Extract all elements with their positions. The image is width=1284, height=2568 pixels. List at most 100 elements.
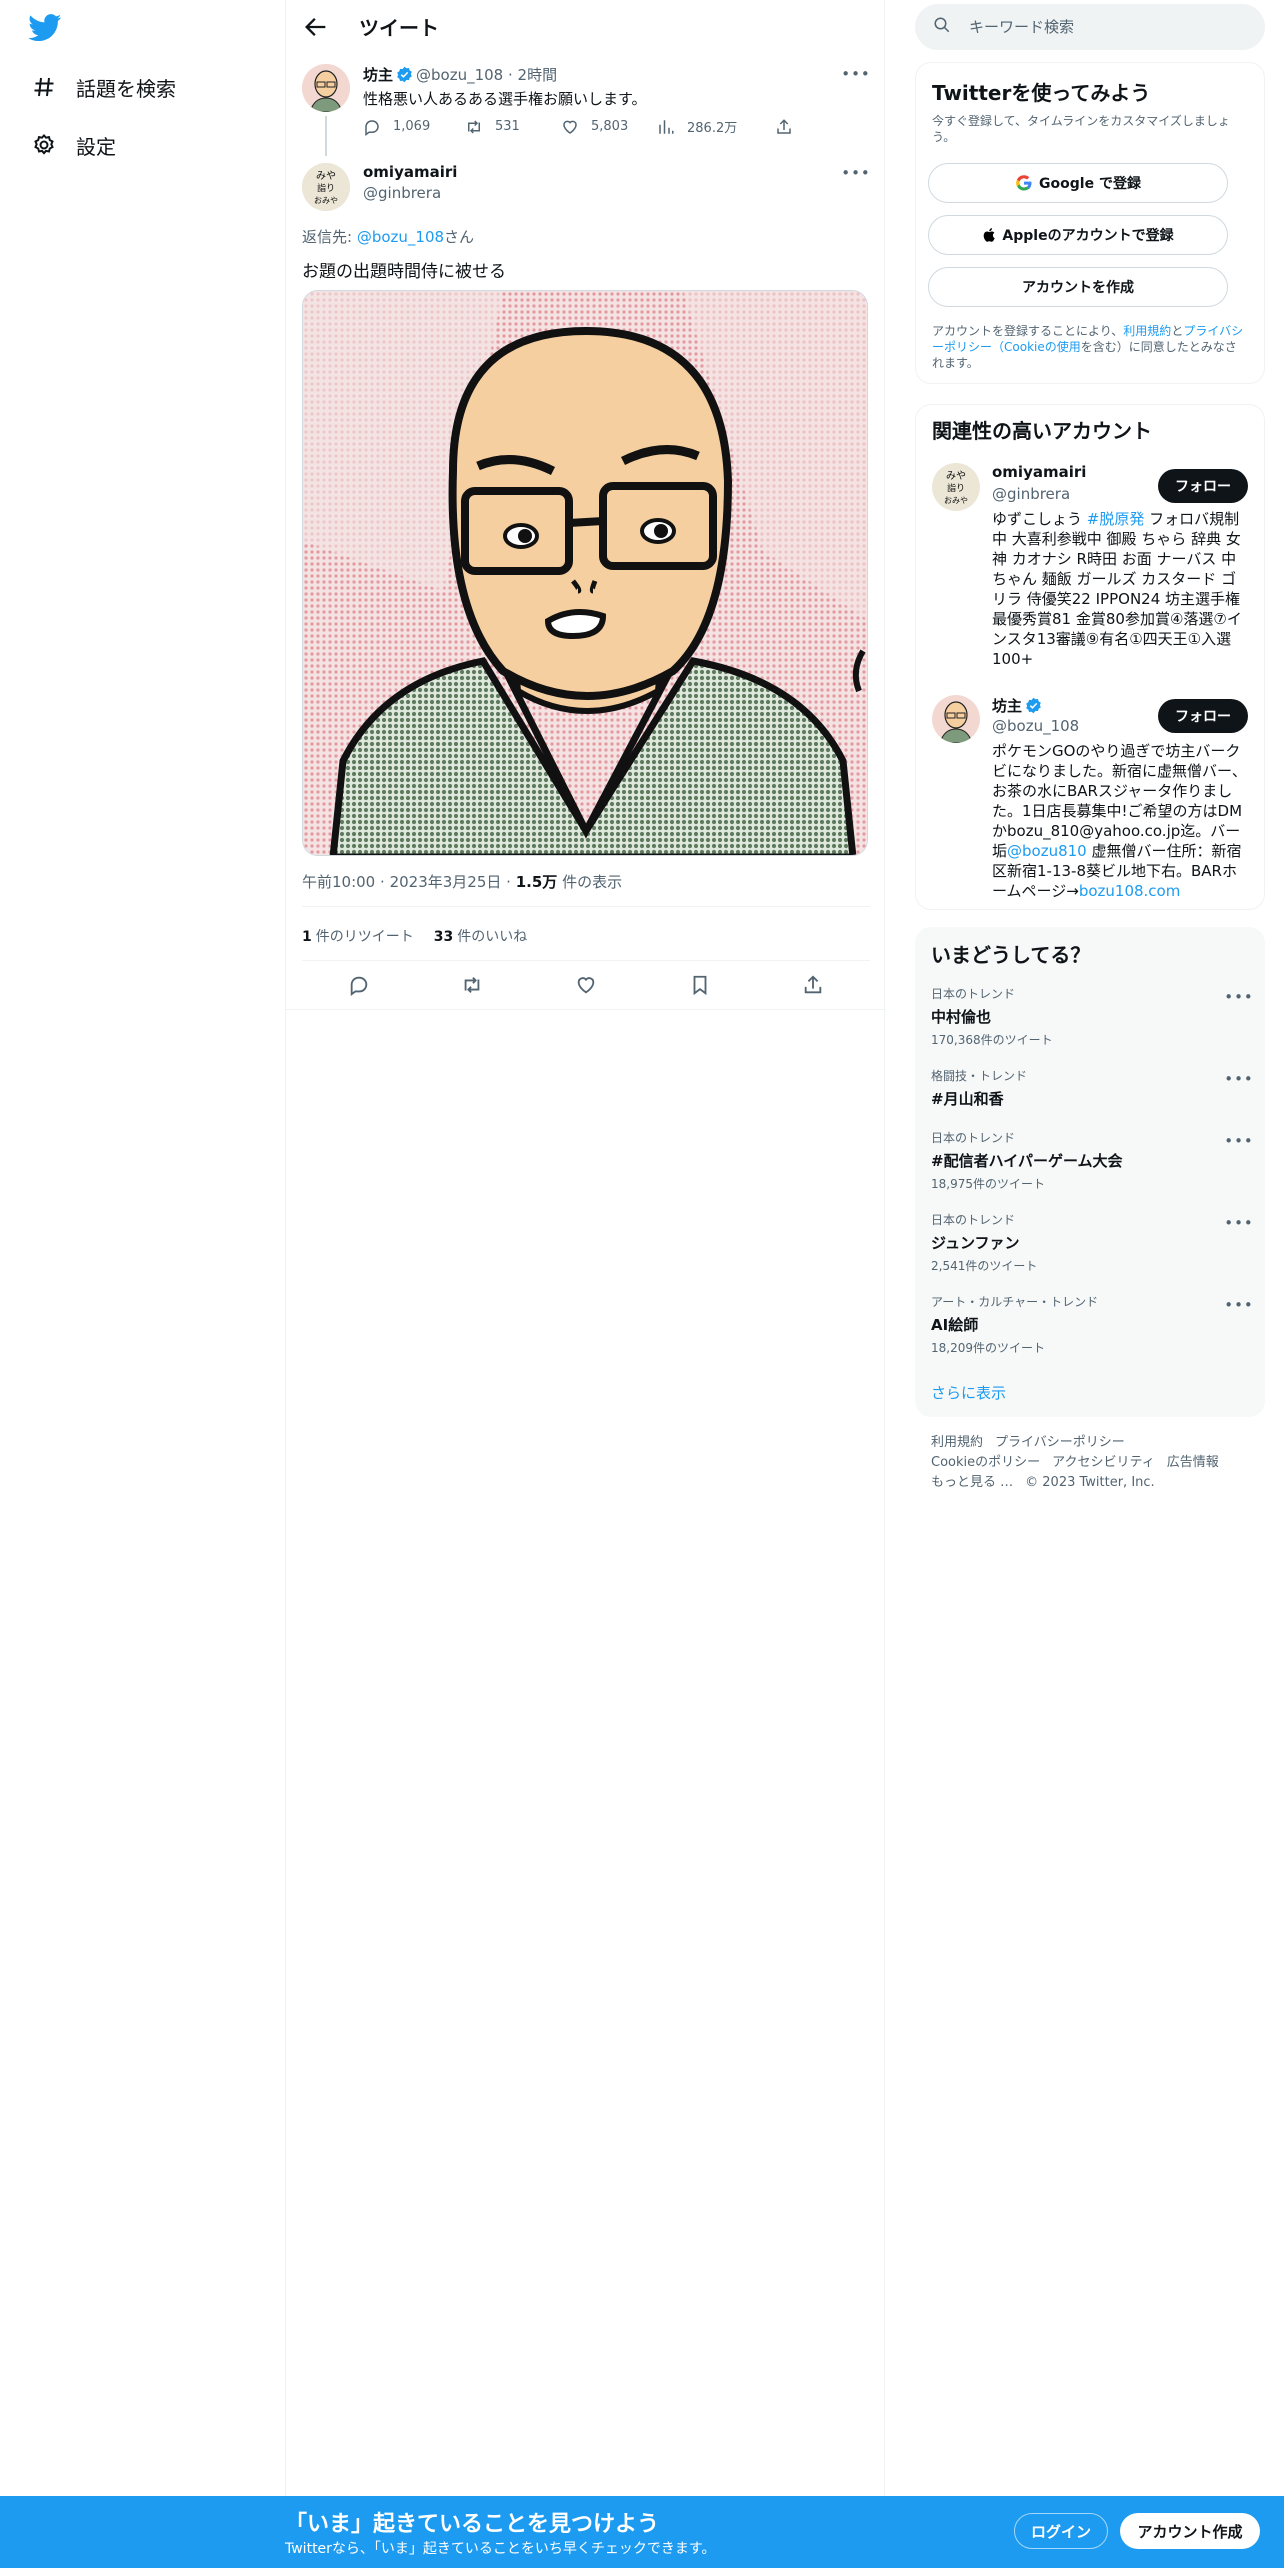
footer-privacy-link[interactable]: プライバシーポリシー (995, 1435, 1137, 1450)
tweet2-handle[interactable]: @ginbrera (363, 184, 441, 202)
more-options-icon[interactable]: ••• (841, 64, 870, 84)
trend-count: 18,209件のツイート (931, 1341, 1045, 1355)
reply-to-link[interactable]: @bozu_108 (357, 228, 444, 246)
back-arrow-icon[interactable] (302, 13, 330, 41)
related-handle[interactable]: @bozu_108 (992, 717, 1079, 735)
follow-button[interactable]: フォロー (1158, 469, 1248, 503)
footer-ads-link[interactable]: 広告情報 (1167, 1455, 1231, 1470)
retweets-link[interactable]: 1 件のリツイート (302, 926, 414, 946)
views-count: 286.2万 (687, 121, 738, 136)
heart-icon[interactable] (569, 968, 603, 1002)
apple-signup-button[interactable]: Appleのアカウントで登録 (928, 215, 1228, 255)
related-name[interactable]: 坊主 (992, 695, 1022, 716)
signup-terms: アカウントを登録することにより、利用規約とプライバシーポリシー（Cookieの使… (932, 323, 1248, 371)
reply-icon[interactable] (342, 968, 376, 1002)
signup-card: Twitterを使ってみよう 今すぐ登録して、タイムラインをカスタマイズしましょ… (915, 62, 1265, 384)
retweet-icon (468, 119, 480, 134)
bio-link[interactable]: bozu108.com (1079, 882, 1181, 900)
bio-text: ゆずこしょう (992, 510, 1087, 528)
search-input[interactable] (969, 18, 1229, 36)
more-options-icon[interactable]: ••• (841, 163, 870, 183)
share-button[interactable] (775, 117, 805, 136)
footer-links: 利用規約 プライバシーポリシー Cookieのポリシー アクセシビリティ 広告情報 も… (931, 1433, 1261, 1493)
trend-item[interactable]: 格闘技・トレンド #月山和香 (931, 1067, 1027, 1109)
retweet-button[interactable]: 531 (465, 117, 561, 136)
signup-button[interactable]: アカウント作成 (1120, 2513, 1260, 2549)
related-name[interactable]: omiyamairi (992, 463, 1086, 481)
tweet-time[interactable]: 午前10:00 (302, 873, 375, 891)
signup-banner: 「いま」起きていることを見つけよう Twitterなら、「いま」起きていることを… (0, 2496, 1284, 2568)
terms-text-1: アカウントを登録することにより、 (932, 324, 1124, 338)
bio-hashtag[interactable]: #脱原発 (1087, 510, 1145, 528)
more-options-icon[interactable]: ••• (1224, 1131, 1253, 1151)
related-handle[interactable]: @ginbrera (992, 485, 1070, 503)
reply-context: 返信先: @bozu_108さん (302, 226, 474, 247)
footer-more-link[interactable]: もっと見る … (931, 1475, 1025, 1490)
trend-topic: 中村倫也 (931, 1008, 992, 1026)
more-options-icon[interactable]: ••• (1224, 1295, 1253, 1315)
divider (302, 960, 870, 961)
show-more-link[interactable]: さらに表示 (931, 1382, 1006, 1403)
tweet-meta: 午前10:00 · 2023年3月25日 · 1.5万 件の表示 (302, 871, 622, 892)
more-options-icon[interactable]: ••• (1224, 1069, 1253, 1089)
nav-settings[interactable]: 設定 (30, 125, 116, 165)
trend-count: 2,541件のツイート (931, 1259, 1038, 1273)
trend-item[interactable]: アート・カルチャー・トレンド AI絵師 18,209件のツイート (931, 1293, 1098, 1356)
likes-link[interactable]: 33 件のいいね (434, 926, 527, 946)
search-bar[interactable] (915, 4, 1265, 50)
tweet1-handle[interactable]: @bozu_108 (416, 66, 503, 84)
tweet2-actions (302, 968, 870, 1002)
bookmark-icon[interactable] (683, 968, 717, 1002)
trend-item[interactable]: 日本のトレンド #配信者ハイパーゲーム大会 18,975件のツイート (931, 1129, 1123, 1192)
google-icon (1016, 175, 1032, 191)
avatar-bozu[interactable] (302, 64, 350, 112)
login-button[interactable]: ログイン (1014, 2513, 1108, 2549)
tweet2-text: お題の出題時間侍に被せる (302, 262, 506, 282)
reply-count: 1,069 (393, 119, 431, 134)
tweet2-author-name[interactable]: omiyamairi (363, 163, 457, 181)
trend-item[interactable]: 日本のトレンド 中村倫也 170,368件のツイート (931, 985, 1053, 1048)
verified-badge-icon (396, 66, 413, 83)
retweet-icon[interactable] (455, 968, 489, 1002)
avatar-omiyamairi[interactable]: みや 詣り おみや (932, 463, 980, 511)
more-options-icon[interactable]: ••• (1224, 1213, 1253, 1233)
share-icon[interactable] (796, 968, 830, 1002)
tweet-stats: 1 件のリツイート 33 件のいいね (302, 926, 527, 946)
like-total: 33 (433, 929, 454, 945)
footer-terms-link[interactable]: 利用規約 (931, 1435, 995, 1450)
nav-explore-label: 話題を検索 (76, 76, 176, 101)
tweet-date[interactable]: 2023年3月25日 (390, 873, 502, 891)
trend-item[interactable]: 日本のトレンド ジュンファン 2,541件のツイート (931, 1211, 1037, 1274)
divider (302, 906, 870, 907)
bio-text: フォロバ規制中 大喜利参戦中 御殿 ちゃら 辞典 女神 カオナシ R時田 お面 … (992, 510, 1242, 668)
follow-button[interactable]: フォロー (1158, 699, 1248, 733)
avatar-omiyamairi[interactable]: みや 詣り おみや (302, 163, 350, 211)
search-icon (933, 16, 951, 38)
tweet-views-count: 1.5万 (515, 873, 558, 891)
avatar-bozu[interactable] (932, 695, 980, 743)
page-header: ツイート (286, 0, 886, 54)
create-account-button[interactable]: アカウントを作成 (928, 267, 1228, 307)
twitter-logo-icon[interactable] (28, 14, 64, 44)
apple-icon (984, 228, 996, 242)
bio-mention[interactable]: @bozu810 (1007, 842, 1087, 860)
terms-link[interactable]: 利用規約 (1123, 324, 1171, 338)
footer-cookie-link[interactable]: Cookieのポリシー (931, 1455, 1052, 1470)
dot-separator: · (506, 873, 516, 891)
retweet-total: 1 (302, 929, 312, 945)
google-signup-button[interactable]: Google で登録 (928, 163, 1228, 203)
tweet1-time[interactable]: 2時間 (518, 64, 558, 85)
tweet1-author-name[interactable]: 坊主 (363, 64, 393, 85)
svg-text:みや: みや (316, 170, 336, 182)
copyright: © 2023 Twitter, Inc. (1025, 1475, 1155, 1490)
share-icon (777, 118, 791, 134)
like-button[interactable]: 5,803 (561, 117, 657, 136)
tweet1-actions: 1,069 531 5,803 286.2万 (363, 117, 805, 136)
tweet-image[interactable] (302, 290, 868, 856)
footer-accessibility-link[interactable]: アクセシビリティ (1052, 1455, 1167, 1470)
related-title: 関連性の高いアカウント (932, 419, 1152, 443)
nav-explore[interactable]: 話題を検索 (30, 67, 176, 107)
more-options-icon[interactable]: ••• (1224, 987, 1253, 1007)
reply-button[interactable]: 1,069 (363, 117, 465, 136)
views-button[interactable]: 286.2万 (657, 117, 775, 136)
